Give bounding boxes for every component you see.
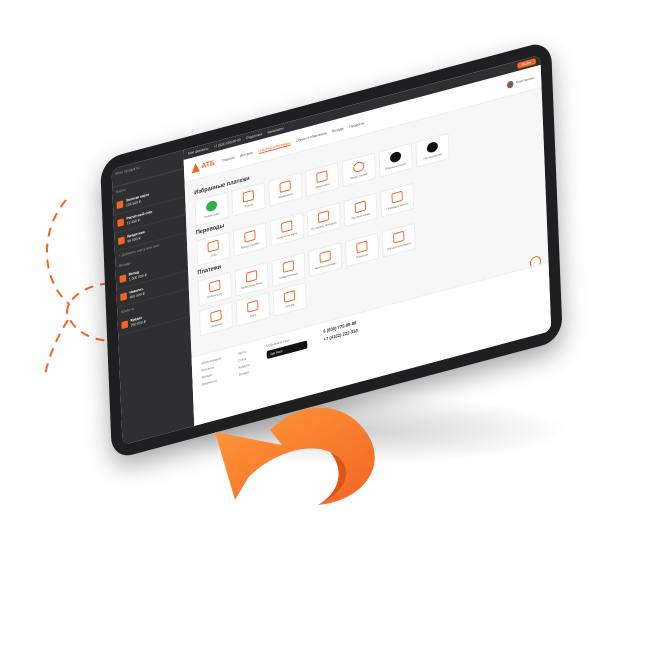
promo-illustration: Мои продукты Карты Золотая карта 234 560 …	[0, 0, 650, 650]
curved-arrow-icon	[215, 407, 375, 505]
